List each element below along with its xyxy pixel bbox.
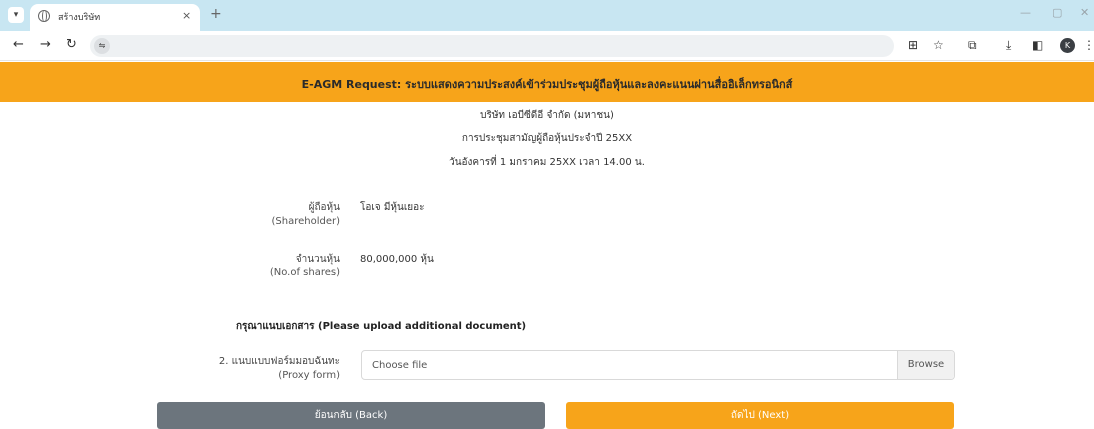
- star-icon[interactable]: ☆: [933, 38, 944, 52]
- site-info-icon[interactable]: ⇋: [94, 38, 110, 54]
- reload-icon[interactable]: ↻: [66, 37, 77, 52]
- close-window-button[interactable]: ✕: [1080, 6, 1089, 19]
- proxy-label-th: 2. แนบแบบฟอร์มมอบฉันทะ: [218, 356, 340, 367]
- shares-label-en: (No.of shares): [269, 267, 340, 278]
- extensions-icon[interactable]: ⧉: [968, 38, 977, 53]
- next-button[interactable]: ถัดไป (Next): [566, 402, 954, 429]
- page-banner: E-AGM Request: ระบบแสดงความประสงค์เข้าร่…: [0, 62, 1094, 102]
- proxy-label-en: (Proxy form): [278, 370, 340, 381]
- translate-icon[interactable]: ⊞: [908, 38, 918, 52]
- back-arrow-icon[interactable]: ←: [13, 37, 24, 52]
- tab-title: สร้างบริษัท: [58, 13, 101, 23]
- maximize-button[interactable]: ▢: [1052, 6, 1062, 19]
- menu-icon[interactable]: ⋮: [1083, 38, 1094, 52]
- minimize-button[interactable]: —: [1020, 6, 1031, 19]
- browse-button[interactable]: Browse: [897, 351, 954, 379]
- tab-search-icon[interactable]: ▾: [8, 7, 24, 23]
- globe-icon: [38, 10, 50, 22]
- meeting-name: การประชุมสามัญผู้ถือหุ้นประจำปี 25XX: [461, 133, 633, 144]
- proxy-file-input[interactable]: Choose file Browse: [361, 350, 955, 380]
- meeting-date: วันอังคารที่ 1 มกราคม 25XX เวลา 14.00 น.: [449, 157, 645, 168]
- shares-value: 80,000,000 หุ้น: [360, 254, 434, 265]
- shares-label-th: จำนวนหุ้น: [295, 254, 340, 265]
- new-tab-button[interactable]: +: [210, 6, 222, 22]
- sidepanel-icon[interactable]: ◧: [1032, 38, 1043, 52]
- tab-close-button[interactable]: ×: [182, 9, 191, 22]
- forward-arrow-icon[interactable]: →: [40, 37, 51, 52]
- upload-section-title: กรุณาแนบเอกสาร (Please upload additional…: [236, 321, 527, 332]
- address-bar[interactable]: ⇋: [90, 35, 894, 57]
- back-button[interactable]: ย้อนกลับ (Back): [157, 402, 545, 429]
- browser-tab[interactable]: สร้างบริษัท ×: [30, 4, 200, 31]
- browser-toolbar: ← → ↻ ⇋ ⊞ ☆ ⧉ ⤓ ◧ K ⋮: [0, 31, 1094, 61]
- file-placeholder: Choose file: [372, 360, 428, 371]
- downloads-icon[interactable]: ⤓: [1006, 38, 1011, 53]
- company-name: บริษัท เอบีซีดีอี จำกัด (มหาชน): [480, 110, 614, 121]
- shareholder-label-th: ผู้ถือหุ้น: [308, 202, 340, 213]
- shareholder-value: โอเจ มีหุ้นเยอะ: [360, 202, 425, 213]
- browser-tab-bar: ▾ สร้างบริษัท × + — ▢ ✕: [0, 0, 1094, 31]
- banner-title: E-AGM Request: ระบบแสดงความประสงค์เข้าร่…: [301, 78, 793, 91]
- shareholder-label-en: (Shareholder): [271, 216, 340, 227]
- profile-avatar[interactable]: K: [1060, 38, 1075, 53]
